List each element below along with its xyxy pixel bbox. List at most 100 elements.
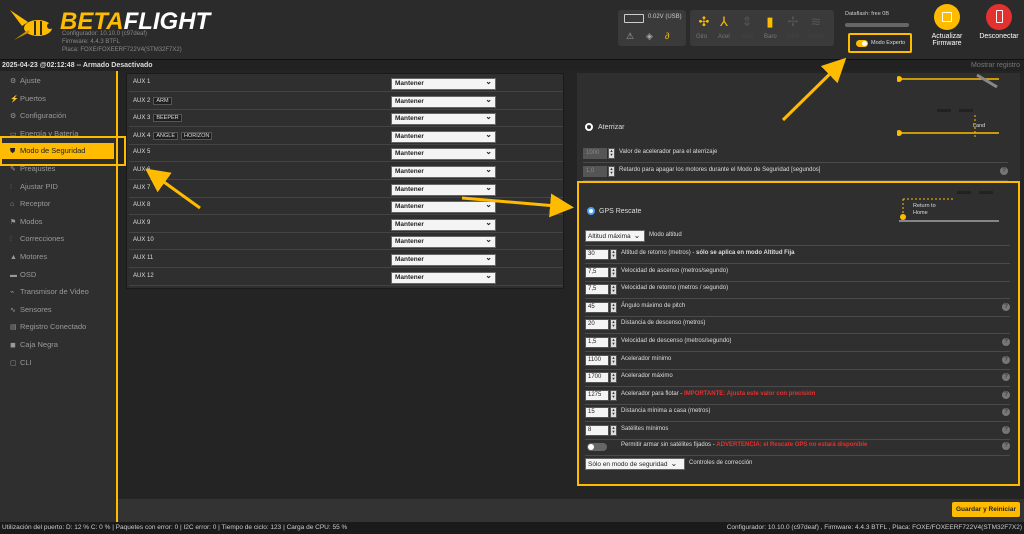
- help-icon[interactable]: ?: [1002, 426, 1010, 434]
- gps-setting-stepper[interactable]: ▲ ▼: [610, 425, 617, 436]
- sidebar-item-transmisor-de-video[interactable]: ⌁ Transmisor de Video: [6, 284, 114, 300]
- help-icon[interactable]: ?: [1002, 442, 1010, 450]
- arm-without-fix-toggle[interactable]: [587, 443, 607, 451]
- sidebar-item-receptor[interactable]: ⌂ Receptor: [6, 196, 114, 212]
- pid-icon: ⫶: [10, 183, 12, 191]
- gps-setting-stepper[interactable]: ▲ ▼: [610, 337, 617, 348]
- aux-name: AUX 5: [133, 149, 150, 155]
- accel-label: Acel: [718, 34, 730, 40]
- gps-setting-input[interactable]: 15: [585, 407, 609, 419]
- sidebar-item-modos[interactable]: ⚑ Modos: [6, 214, 114, 230]
- gps-setting-row: 15 ▲ ▼ Distancia mínima a casa (metros)?: [585, 404, 1010, 423]
- sidebar-item-ajuste[interactable]: ⚙ Ajuste: [6, 73, 114, 89]
- sensors-icon: ∿: [10, 306, 16, 314]
- gps-setting-input[interactable]: 1100: [585, 354, 609, 366]
- altitude-mode-row: Altitud máxima Modo altitud: [585, 228, 1010, 246]
- aux-failsafe-select[interactable]: Mantener: [391, 200, 496, 214]
- gps-setting-input[interactable]: 7,5: [585, 266, 609, 278]
- gps-setting-input[interactable]: 8: [585, 425, 609, 436]
- sidebar-item-label: Modos: [20, 216, 43, 226]
- gps-setting-stepper[interactable]: ▲ ▼: [610, 354, 617, 366]
- aux-failsafe-select[interactable]: Mantener: [391, 95, 496, 108]
- aux-failsafe-select[interactable]: Mantener: [391, 112, 496, 126]
- sidebar-item-label: Ajustar PID: [20, 181, 58, 191]
- show-log-link[interactable]: Mostrar registro: [971, 60, 1020, 71]
- sidebar-item-osd[interactable]: ▬ OSD: [6, 267, 114, 283]
- update-firmware-button[interactable]: Actualizar Firmware: [922, 4, 972, 47]
- sidebar-item-motores[interactable]: ▲ Motores: [6, 249, 114, 265]
- aux-row: AUX 10 Mantener: [129, 234, 563, 251]
- gps-setting-stepper[interactable]: ▲ ▼: [610, 284, 617, 296]
- land-delay-label: Retardo para apagar los motores durante …: [619, 167, 821, 173]
- aux-failsafe-select[interactable]: Mantener: [391, 183, 496, 196]
- aux-name-text: AUX 3: [133, 115, 151, 122]
- aux-row: AUX 3 BEEPER Mantener: [129, 111, 563, 128]
- aux-row: AUX 2 ARM Mantener: [129, 94, 563, 110]
- sanity-checks-label: Controles de corrección: [689, 460, 753, 466]
- help-icon[interactable]: ?: [1002, 390, 1010, 399]
- land-throttle-row: 1000 ▲ ▼ Valor de acelerador para el ater…: [583, 145, 1008, 163]
- land-delay-input[interactable]: 1,0: [583, 166, 607, 177]
- sidebar-item-caja-negra[interactable]: ◼ Caja Negra: [6, 337, 114, 353]
- gps-setting-stepper[interactable]: ▲ ▼: [610, 407, 617, 419]
- log-icon: ▤: [10, 324, 17, 332]
- sidebar-item-puertos[interactable]: ⚡Puertos: [6, 91, 114, 107]
- sidebar-item-configuración[interactable]: ⚙ Configuración: [6, 108, 114, 124]
- aux-name-text: AUX 6: [133, 167, 151, 173]
- gps-setting-input[interactable]: 45: [585, 301, 609, 313]
- help-icon[interactable]: ?: [1002, 355, 1010, 364]
- aux-row: AUX 9 Mantener: [129, 217, 563, 233]
- gps-setting-input[interactable]: 1700: [585, 372, 609, 384]
- help-icon[interactable]: ?: [1002, 408, 1010, 417]
- sidebar-item-sensores[interactable]: ∿ Sensores: [6, 302, 114, 318]
- land-delay-stepper[interactable]: ▲ ▼: [608, 166, 615, 177]
- land-diagram-label: Land: [973, 123, 986, 129]
- aux-failsafe-select[interactable]: Mantener: [391, 165, 496, 178]
- gps-setting-stepper[interactable]: ▲ ▼: [610, 301, 617, 313]
- gps-rescue-radio[interactable]: [587, 207, 595, 215]
- expert-mode-toggle[interactable]: Modo Experto: [848, 33, 912, 53]
- gps-setting-stepper[interactable]: ▲ ▼: [610, 319, 617, 331]
- save-reboot-button[interactable]: Guardar y Reiniciar: [952, 502, 1020, 517]
- aux-name-text: AUX 2: [133, 97, 151, 104]
- gps-setting-input[interactable]: 30: [585, 249, 609, 260]
- aux-failsafe-select[interactable]: Mantener: [391, 130, 496, 143]
- aux-failsafe-select[interactable]: Mantener: [391, 253, 496, 266]
- land-radio[interactable]: [585, 123, 593, 131]
- sidebar-item-cli[interactable]: ▢ CLI: [6, 355, 114, 371]
- gps-setting-input[interactable]: 7,5: [585, 284, 609, 296]
- gps-setting-stepper[interactable]: ▲ ▼: [610, 266, 617, 278]
- aux-failsafe-select[interactable]: Mantener: [391, 77, 496, 90]
- sanity-checks-select[interactable]: Sólo en modo de seguridad: [585, 458, 685, 470]
- sidebar-item-label: Ajuste: [20, 76, 41, 85]
- aux-name-text: AUX 7: [133, 184, 151, 191]
- link-icon: ∂: [665, 31, 670, 41]
- app-window: { "header": { "brand_beta": "BETA", "bra…: [0, 0, 1024, 534]
- expert-mode-switch[interactable]: [856, 40, 868, 47]
- help-icon[interactable]: ?: [1002, 338, 1010, 346]
- gps-setting-stepper[interactable]: ▲ ▼: [610, 389, 617, 401]
- land-throttle-input[interactable]: 1000: [583, 148, 607, 159]
- gps-setting-label: Acelerador máximo: [621, 373, 673, 380]
- gps-setting-input[interactable]: 1,5: [585, 337, 609, 348]
- adjustments-icon: ⫶: [10, 236, 12, 244]
- disconnect-button[interactable]: Desconectar: [974, 4, 1024, 40]
- gps-setting-input[interactable]: 20: [585, 319, 609, 331]
- land-throttle-stepper[interactable]: ▲ ▼: [608, 148, 615, 159]
- aux-failsafe-select[interactable]: Mantener: [391, 235, 496, 249]
- help-icon[interactable]: ?: [1002, 302, 1010, 311]
- sidebar-item-registro-conectado[interactable]: ▤ Registro Conectado: [6, 319, 114, 335]
- sidebar-item-correcciones[interactable]: ⫶ Correcciones: [6, 231, 114, 247]
- help-icon[interactable]: ?: [1002, 373, 1010, 382]
- gps-setting-stepper[interactable]: ▲ ▼: [610, 249, 617, 260]
- gps-rescue-label: GPS Rescate: [599, 208, 642, 215]
- altitude-mode-select[interactable]: Altitud máxima: [585, 230, 645, 242]
- gps-setting-stepper[interactable]: ▲ ▼: [610, 372, 617, 384]
- sidebar-item-ajustar-pid[interactable]: ⫶ Ajustar PID: [6, 179, 114, 195]
- aux-failsafe-select[interactable]: Mantener: [391, 218, 496, 231]
- help-icon[interactable]: ?: [1000, 167, 1008, 175]
- aux-failsafe-select[interactable]: Mantener: [391, 271, 496, 284]
- aux-failsafe-select[interactable]: Mantener: [391, 147, 496, 161]
- aux-mode-tag: ANGLE: [153, 131, 178, 140]
- gps-setting-input[interactable]: 1275: [585, 389, 609, 401]
